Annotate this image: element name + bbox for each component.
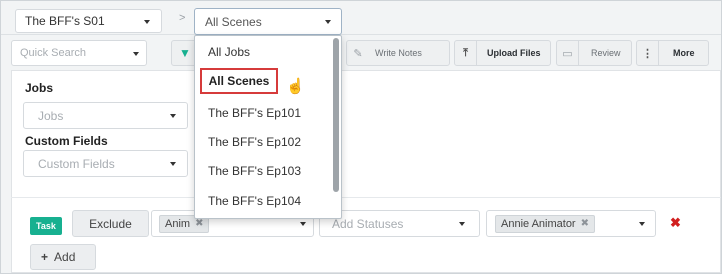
statuses-placeholder[interactable]: Add Statuses xyxy=(332,217,403,231)
custom-fields-placeholder: Custom Fields xyxy=(38,156,115,171)
chevron-down-icon xyxy=(144,20,150,24)
dropdown-item-all-jobs[interactable]: All Jobs xyxy=(195,39,335,64)
add-button[interactable]: + Add xyxy=(30,244,96,270)
upload-files-label: Upload Files xyxy=(487,48,541,58)
dropdown-item-ep103[interactable]: The BFF's Ep103 xyxy=(195,158,335,183)
dropdown-item-ep102[interactable]: The BFF's Ep102 xyxy=(195,129,335,154)
dropdown-item-ep104[interactable]: The BFF's Ep104 xyxy=(195,188,335,213)
close-icon[interactable]: ✖ xyxy=(670,215,681,231)
chevron-down-icon xyxy=(170,162,176,166)
jobs-placeholder: Jobs xyxy=(38,108,64,123)
annie-animator-tag-label: Annie Animator xyxy=(501,217,576,230)
chevron-down-icon xyxy=(325,20,331,24)
dropdown-item-ep101[interactable]: The BFF's Ep101 xyxy=(195,100,335,125)
dropdown-item-all-scenes[interactable]: All Scenes xyxy=(200,68,278,94)
review-button[interactable]: ▭ Review xyxy=(556,40,632,66)
film-icon: ▭ xyxy=(557,41,579,65)
project-select[interactable]: The BFF's S01 xyxy=(15,9,162,33)
write-notes-label: Write Notes xyxy=(375,48,422,58)
chevron-down-icon xyxy=(300,222,306,226)
plus-icon: + xyxy=(41,250,49,264)
task-badge: Task xyxy=(30,217,62,235)
exclude-label: Exclude xyxy=(89,216,132,231)
jobs-select[interactable]: Jobs xyxy=(23,102,188,129)
chevron-down-icon xyxy=(459,222,465,226)
upload-files-button[interactable]: ⤒ Upload Files xyxy=(454,40,551,66)
statuses-select[interactable]: Add Statuses xyxy=(319,210,480,237)
chevron-down-icon xyxy=(133,52,139,56)
upload-icon: ⤒ xyxy=(455,41,477,65)
more-button[interactable]: ⋮ More xyxy=(636,40,709,66)
review-label: Review xyxy=(591,48,621,58)
scene-select-value: All Scenes xyxy=(205,14,262,29)
vertical-dots-icon: ⋮ xyxy=(637,41,659,65)
hand-pointer-icon: ☝ xyxy=(286,78,305,95)
dropdown-item-label: The BFF's Ep104 xyxy=(208,193,301,208)
dropdown-item-label: All Jobs xyxy=(208,44,251,59)
chevron-down-icon xyxy=(639,222,645,226)
dropdown-item-label: The BFF's Ep102 xyxy=(208,134,301,149)
funnel-icon: ▼ xyxy=(179,46,191,60)
dropdown-item-label: All Scenes xyxy=(208,74,270,88)
scene-dropdown-menu: All Jobs All Scenes ☝ The BFF's Ep101 Th… xyxy=(194,35,342,219)
exclude-button[interactable]: Exclude xyxy=(72,210,149,237)
custom-fields-label: Custom Fields xyxy=(25,134,108,148)
add-label: Add xyxy=(54,250,76,264)
quick-search[interactable]: Quick Search xyxy=(11,40,147,66)
anim-tag-label: Anim xyxy=(165,217,191,230)
edit-icon: ✎ xyxy=(353,47,363,60)
dropdown-item-label: The BFF's Ep101 xyxy=(208,105,301,120)
jobs-label: Jobs xyxy=(25,81,54,95)
annie-animator-tag[interactable]: Annie Animator ✖ xyxy=(495,214,595,233)
write-notes-button[interactable]: ✎ Write Notes xyxy=(346,40,450,66)
dropdown-item-label: The BFF's Ep103 xyxy=(208,163,301,178)
custom-fields-select[interactable]: Custom Fields xyxy=(23,150,188,177)
quick-search-input[interactable]: Quick Search xyxy=(20,47,86,59)
project-select-value: The BFF's S01 xyxy=(25,14,105,28)
breadcrumb-separator: > xyxy=(179,12,186,24)
dropdown-scrollbar[interactable] xyxy=(333,38,339,192)
more-label: More xyxy=(673,48,695,58)
divider xyxy=(11,197,721,198)
remove-tag-icon[interactable]: ✖ xyxy=(195,218,203,229)
remove-tag-icon[interactable]: ✖ xyxy=(581,218,589,229)
app-frame: The BFF's S01 > All Scenes Quick Search … xyxy=(0,0,722,274)
chevron-down-icon xyxy=(170,114,176,118)
scene-select[interactable]: All Scenes xyxy=(194,8,342,35)
assignee-select[interactable]: Annie Animator ✖ xyxy=(486,210,656,237)
